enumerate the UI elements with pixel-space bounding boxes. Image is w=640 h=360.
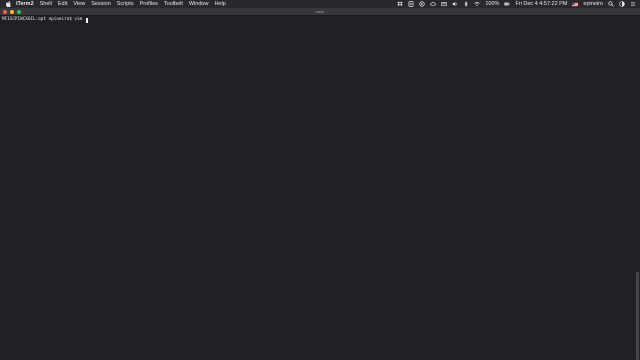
terminal-area[interactable]: MF1SCPIWCXOIL:opt epineiro$ vim bbox=[0, 16, 640, 360]
user-name[interactable]: epineiro bbox=[583, 0, 603, 8]
menu-window[interactable]: Window bbox=[189, 0, 209, 8]
menu-shell[interactable]: Shell bbox=[40, 0, 52, 8]
status-menus: 100% Fri Dec 4 4:57:22 PM epineiro bbox=[397, 0, 640, 8]
text-cursor bbox=[85, 17, 89, 23]
menu-session[interactable]: Session bbox=[91, 0, 111, 8]
menu-edit[interactable]: Edit bbox=[58, 0, 67, 8]
app-menu: iTerm2 Shell Edit View Session Scripts P… bbox=[16, 0, 226, 8]
menu-app-name[interactable]: iTerm2 bbox=[16, 0, 34, 8]
volume-icon[interactable] bbox=[452, 1, 458, 7]
script-icon[interactable] bbox=[408, 1, 414, 7]
scrollbar[interactable] bbox=[636, 272, 639, 360]
display-icon[interactable] bbox=[419, 1, 426, 7]
prompt-text: MF1SCPIWCXOIL:opt epineiro$ vim bbox=[2, 17, 85, 22]
scrollbar-thumb[interactable] bbox=[636, 272, 639, 360]
prompt-line: MF1SCPIWCXOIL:opt epineiro$ vim bbox=[2, 17, 89, 23]
datetime[interactable]: Fri Dec 4 4:57:22 PM bbox=[515, 0, 567, 8]
menu-toolbelt[interactable]: Toolbelt bbox=[164, 0, 183, 8]
menu-help[interactable]: Help bbox=[214, 0, 225, 8]
mail-icon[interactable] bbox=[441, 1, 448, 7]
window-title-bar[interactable]: bash bbox=[0, 8, 640, 16]
dropbox-icon[interactable] bbox=[397, 1, 404, 7]
menu-icon[interactable] bbox=[630, 1, 636, 7]
battery-percent: 100% bbox=[485, 1, 500, 7]
apple-icon[interactable] bbox=[5, 1, 11, 7]
control-center-icon[interactable] bbox=[619, 1, 625, 7]
menu-scripts[interactable]: Scripts bbox=[117, 0, 134, 8]
bluetooth-icon[interactable] bbox=[463, 1, 469, 7]
wifi-icon[interactable] bbox=[474, 1, 480, 7]
flag-icon[interactable] bbox=[572, 1, 579, 7]
battery-icon[interactable] bbox=[504, 1, 511, 7]
window-title: bash bbox=[315, 9, 325, 14]
menu-view[interactable]: View bbox=[73, 0, 85, 8]
menu-profiles[interactable]: Profiles bbox=[140, 0, 158, 8]
menu-bar: iTerm2 Shell Edit View Session Scripts P… bbox=[0, 0, 640, 8]
search-icon[interactable] bbox=[608, 1, 614, 7]
cloud-icon[interactable] bbox=[430, 1, 437, 7]
